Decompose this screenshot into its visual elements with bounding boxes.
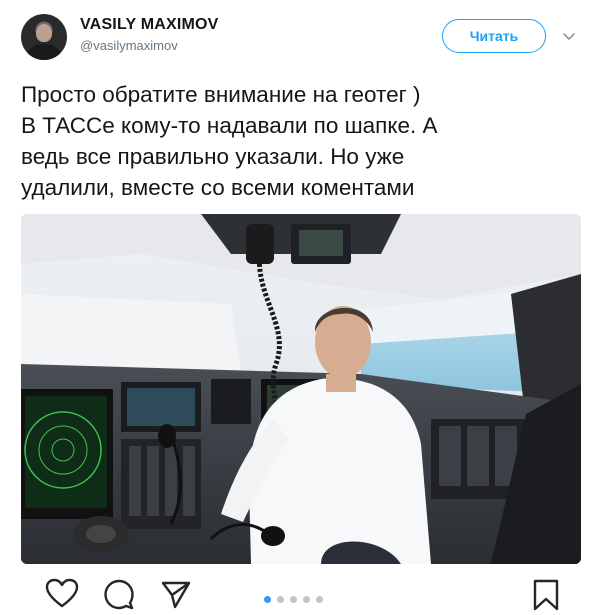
carousel-dot[interactable] bbox=[290, 596, 297, 603]
action-bar bbox=[0, 570, 593, 615]
carousel-indicator bbox=[264, 596, 323, 604]
user-handle[interactable]: @vasilymaximov bbox=[80, 38, 178, 53]
bookmark-icon[interactable] bbox=[532, 578, 560, 612]
carousel-dot[interactable] bbox=[303, 596, 310, 603]
send-icon[interactable] bbox=[160, 579, 192, 609]
chevron-down-icon[interactable] bbox=[561, 28, 577, 44]
avatar[interactable] bbox=[21, 14, 67, 60]
carousel-dot[interactable] bbox=[316, 596, 323, 603]
tweet-text: Просто обратите внимание на геотег ) В Т… bbox=[21, 82, 438, 200]
tweet-header: VASILY MAXIMOV @vasilymaximov Читать bbox=[0, 0, 593, 70]
boat-cockpit-photo bbox=[21, 214, 581, 564]
follow-button[interactable]: Читать bbox=[442, 19, 546, 53]
comment-icon[interactable] bbox=[103, 578, 135, 610]
display-name[interactable]: VASILY MAXIMOV bbox=[80, 16, 219, 34]
carousel-dot[interactable] bbox=[264, 596, 271, 603]
heart-icon[interactable] bbox=[45, 578, 79, 610]
tweet-photo[interactable] bbox=[21, 214, 581, 564]
carousel-dot[interactable] bbox=[277, 596, 284, 603]
